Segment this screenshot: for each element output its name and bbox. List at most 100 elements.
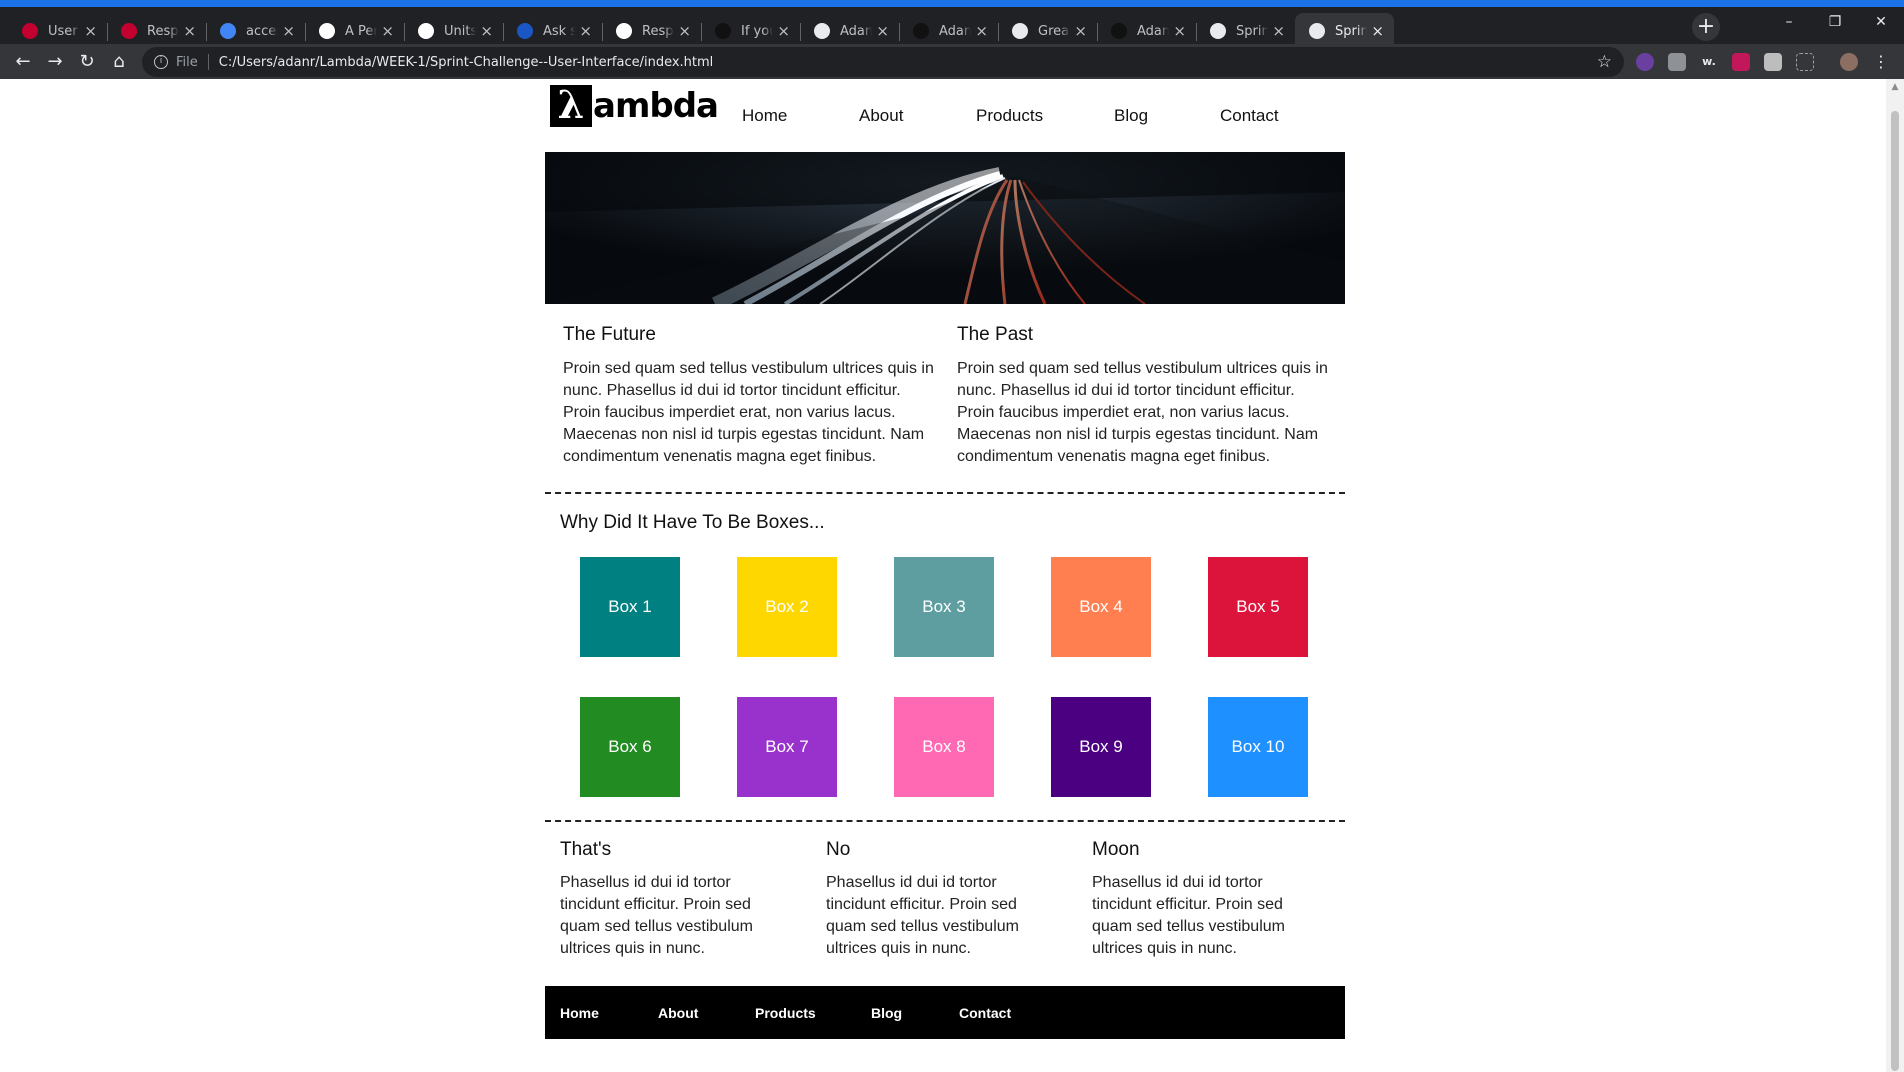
past-text: Proin sed quam sed tellus vestibulum ult… — [957, 360, 1328, 465]
no-heading: No — [826, 839, 851, 860]
footer-nav: Home About Products Blog Contact — [560, 986, 1039, 1039]
box-7: Box 7 — [737, 697, 837, 797]
browser-chrome: User Interf×Responsiv×accessibilit×A Pen… — [0, 0, 1904, 79]
browser-toolbar: ← → ↻ ⌂ i File C:/Users/adanr/Lambda/WEE… — [0, 44, 1904, 79]
new-tab-button[interactable]: + — [1692, 13, 1720, 41]
extension-icon[interactable]: w. — [1700, 53, 1718, 71]
globe-icon — [1012, 23, 1028, 39]
future-past-section: The Future Proin sed quam sed tellus ves… — [545, 304, 1345, 492]
box-10: Box 10 — [1208, 697, 1308, 797]
tab-title: Adan011/ — [1137, 23, 1170, 39]
home-icon[interactable]: ⌂ — [106, 49, 132, 75]
tab-title: Sprint Cha — [1335, 23, 1368, 39]
tab-separator — [899, 23, 900, 41]
extension-icon[interactable] — [1764, 53, 1782, 71]
tab-close-icon[interactable]: × — [1173, 22, 1186, 40]
globe-icon — [1210, 23, 1226, 39]
box-3: Box 3 — [894, 557, 994, 657]
tab-separator — [701, 23, 702, 41]
no-text: Phasellus id dui id tortor tincidunt eff… — [826, 874, 1019, 957]
tab-close-icon[interactable]: × — [480, 22, 493, 40]
nav-link-contact[interactable]: Contact — [1220, 106, 1310, 126]
nav-link-about[interactable]: About — [859, 106, 976, 126]
footer-link-products[interactable]: Products — [755, 1005, 871, 1021]
tab-close-icon[interactable]: × — [183, 22, 196, 40]
nav-link-blog[interactable]: Blog — [1114, 106, 1220, 126]
tab-separator — [305, 23, 306, 41]
box-9: Box 9 — [1051, 697, 1151, 797]
box-5: Box 5 — [1208, 557, 1308, 657]
extension-icon[interactable] — [1732, 53, 1750, 71]
tab-separator — [1097, 23, 1098, 41]
restore-window-button[interactable]: ❐ — [1812, 7, 1858, 37]
scroll-up-arrow-icon[interactable]: ▲ — [1886, 79, 1904, 95]
tab-close-icon[interactable]: × — [84, 22, 97, 40]
tab-separator — [206, 23, 207, 41]
tab-close-icon[interactable]: × — [678, 22, 691, 40]
angular-icon — [22, 23, 38, 39]
reload-icon[interactable]: ↻ — [74, 49, 100, 75]
footer-link-about[interactable]: About — [658, 1005, 755, 1021]
screenshot-extension-icon[interactable] — [1796, 53, 1814, 71]
github-icon — [913, 23, 929, 39]
tab-title: Ask sears — [543, 23, 576, 39]
nav-link-products[interactable]: Products — [976, 106, 1114, 126]
address-scheme-label: File — [176, 54, 198, 70]
profile-avatar[interactable] — [1840, 53, 1858, 71]
tab-separator — [404, 23, 405, 41]
info-icon[interactable]: i — [154, 55, 168, 69]
footer-link-contact[interactable]: Contact — [959, 1005, 1039, 1021]
site-header: λ ambda Home About Products Blog Contact — [545, 79, 1345, 152]
tab-title: Responsiv — [642, 23, 674, 39]
menu-kebab-icon[interactable]: ⋮ — [1868, 49, 1894, 75]
close-window-button[interactable]: ✕ — [1858, 7, 1904, 37]
footer-link-home[interactable]: Home — [560, 1005, 658, 1021]
tab-close-icon[interactable]: × — [1074, 22, 1087, 40]
page-container: λ ambda Home About Products Blog Contact — [545, 79, 1345, 1039]
globe-icon — [1309, 23, 1325, 39]
footer-link-blog[interactable]: Blog — [871, 1005, 959, 1021]
tab-title: Great Idea — [1038, 23, 1070, 39]
address-bar[interactable]: i File C:/Users/adanr/Lambda/WEEK-1/Spri… — [142, 47, 1624, 77]
lambda-icon — [715, 23, 731, 39]
tab-close-icon[interactable]: × — [876, 22, 889, 40]
tab-close-icon[interactable]: × — [1272, 22, 1285, 40]
google-icon — [220, 23, 236, 39]
bookmark-star-icon[interactable]: ☆ — [1597, 52, 1612, 72]
tab-separator — [800, 23, 801, 41]
tab-title: Sprint Cha — [1236, 23, 1269, 39]
codepen-icon — [418, 23, 434, 39]
top-nav: Home About Products Blog Contact — [742, 106, 1310, 126]
tab-close-icon[interactable]: × — [579, 22, 592, 40]
box-8: Box 8 — [894, 697, 994, 797]
future-text: Proin sed quam sed tellus vestibulum ult… — [563, 360, 934, 465]
tab-close-icon[interactable]: × — [282, 22, 295, 40]
past-column: The Past Proin sed quam sed tellus vesti… — [957, 304, 1329, 468]
extension-icon[interactable] — [1636, 53, 1654, 71]
tab-title: accessibilit — [246, 23, 278, 39]
box-2: Box 2 — [737, 557, 837, 657]
codepen-icon — [319, 23, 335, 39]
window-title-bar-accent — [0, 0, 1904, 7]
boxes-grid: Box 1 Box 2 Box 3 Box 4 Box 5 Box 6 Box … — [545, 540, 1345, 820]
forward-arrow-icon[interactable]: → — [42, 49, 68, 75]
address-divider — [207, 54, 209, 70]
moon-text: Phasellus id dui id tortor tincidunt eff… — [1092, 874, 1285, 957]
bottom-column-no: No Phasellus id dui id tortor tincidunt … — [826, 822, 1046, 960]
tab-separator — [1196, 23, 1197, 41]
extension-icon[interactable] — [1668, 53, 1686, 71]
scrollbar-thumb[interactable] — [1891, 111, 1899, 1071]
past-heading: The Past — [957, 324, 1034, 345]
minimize-window-button[interactable]: – — [1766, 7, 1812, 37]
tab-close-icon[interactable]: × — [777, 22, 790, 40]
lambda-logo[interactable]: λ ambda — [550, 85, 719, 127]
tab-separator — [998, 23, 999, 41]
tab-close-icon[interactable]: × — [381, 22, 394, 40]
address-url[interactable]: C:/Users/adanr/Lambda/WEEK-1/Sprint-Chal… — [219, 55, 1597, 70]
tab-close-icon[interactable]: × — [1371, 22, 1384, 40]
globe-icon — [814, 23, 830, 39]
tab-close-icon[interactable]: × — [975, 22, 988, 40]
back-arrow-icon[interactable]: ← — [10, 49, 36, 75]
moon-heading: Moon — [1092, 839, 1140, 860]
nav-link-home[interactable]: Home — [742, 106, 859, 126]
